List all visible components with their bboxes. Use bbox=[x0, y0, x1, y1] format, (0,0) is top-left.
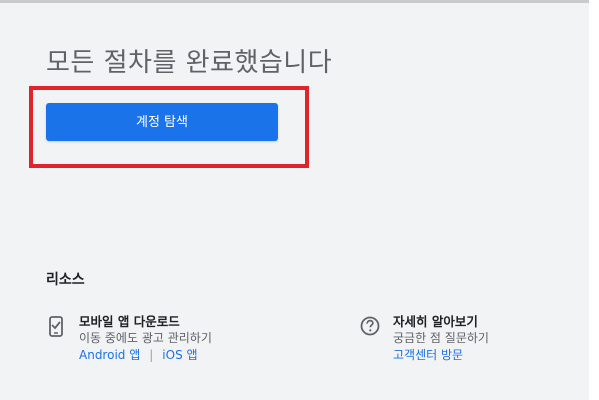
page-title: 모든 절차를 완료했습니다 bbox=[46, 48, 333, 78]
android-app-link[interactable]: Android 앱 bbox=[79, 348, 140, 362]
learn-more-resource: 자세히 알아보기 궁금한 점 질문하기 고객센터 방문 bbox=[360, 313, 580, 373]
mobile-phone-check-icon bbox=[46, 314, 68, 338]
completion-page: 모든 절차를 완료했습니다 계정 탐색 리소스 모바일 앱 다운로드 이동 중에… bbox=[0, 0, 599, 400]
mobile-app-resource: 모바일 앱 다운로드 이동 중에도 광고 관리하기 Android 앱 | iOS … bbox=[46, 313, 306, 373]
help-circle-icon bbox=[360, 314, 382, 338]
help-center-link[interactable]: 고객센터 방문 bbox=[393, 348, 463, 362]
explore-account-button[interactable]: 계정 탐색 bbox=[46, 103, 278, 141]
mobile-app-title: 모바일 앱 다운로드 bbox=[79, 314, 180, 329]
learn-more-description: 궁금한 점 질문하기 bbox=[393, 331, 489, 345]
resources-section-title: 리소스 bbox=[46, 272, 85, 288]
right-edge-panel bbox=[589, 0, 599, 400]
learn-more-title: 자세히 알아보기 bbox=[393, 314, 478, 329]
ios-app-link[interactable]: iOS 앱 bbox=[162, 348, 197, 362]
top-divider bbox=[0, 0, 599, 3]
link-separator: | bbox=[149, 348, 154, 362]
mobile-app-description: 이동 중에도 광고 관리하기 bbox=[79, 331, 212, 345]
